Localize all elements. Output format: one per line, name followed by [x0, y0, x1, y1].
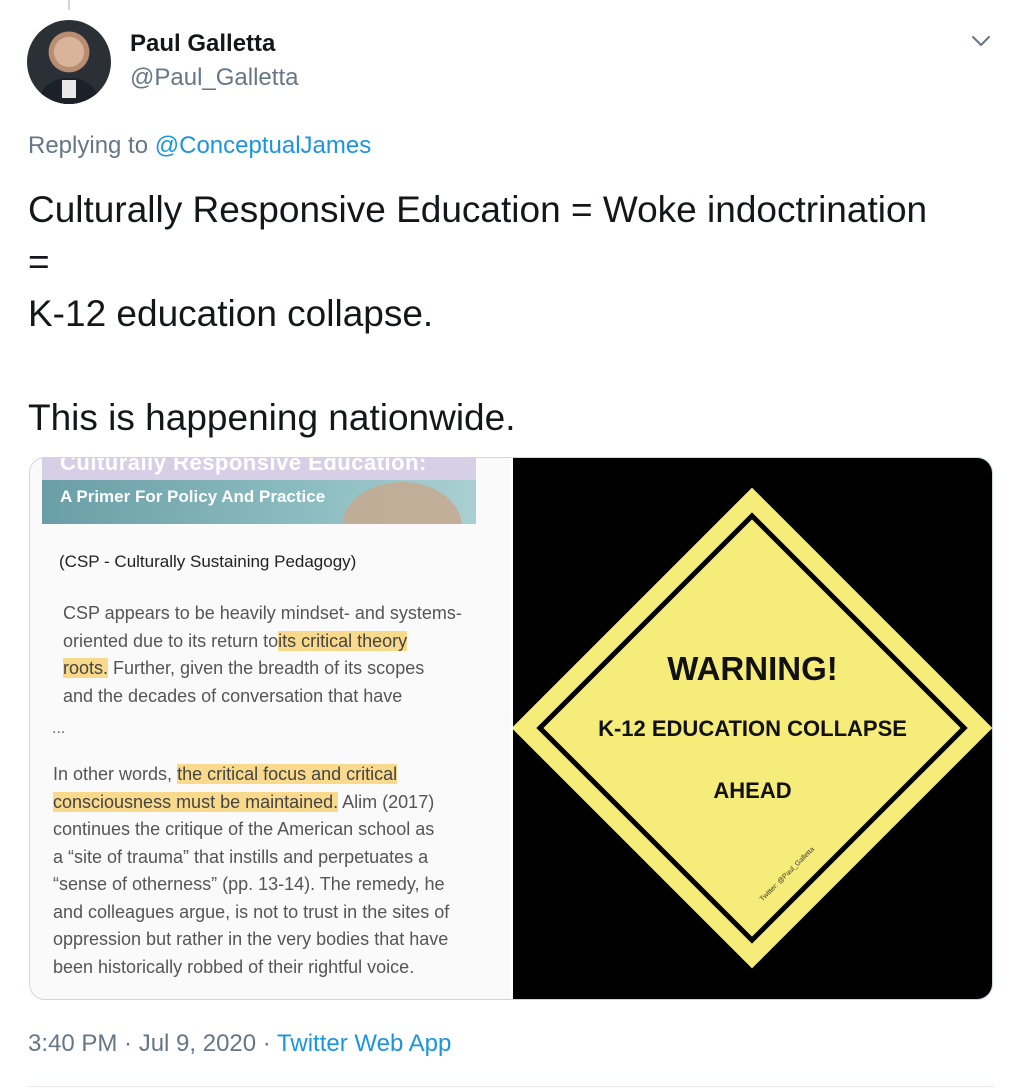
primer-banner: Culturally Responsive Education: A Prime…	[42, 458, 476, 524]
divider-line	[28, 1086, 994, 1087]
excerpt-paragraph-1: CSP appears to be heavily mindset- and s…	[63, 600, 462, 710]
warning-heading: WARNING!	[667, 650, 838, 687]
excerpt-line: been historically robbed of their rightf…	[53, 956, 415, 977]
excerpt-line: and colleagues argue, is not to trust in…	[53, 901, 450, 922]
csp-title: (CSP - Culturally Sustaining Pedagogy)	[59, 552, 357, 571]
tweet-line: Culturally Responsive Education = Woke i…	[28, 189, 928, 230]
excerpt-line: and the decades of conversation that hav…	[63, 685, 403, 706]
avatar-collar	[62, 80, 76, 98]
tweet-text: Culturally Responsive Education = Woke i…	[28, 184, 998, 444]
tweet-source-link[interactable]: Twitter Web App	[277, 1030, 451, 1057]
tweet-line: K-12 education collapse.	[28, 293, 434, 334]
tweet-line: =	[28, 241, 50, 282]
excerpt-line: oriented due to its return toits critica…	[63, 628, 462, 656]
chevron-down-icon[interactable]	[968, 28, 994, 54]
excerpt-line: In other words, the critical focus and c…	[53, 761, 449, 789]
excerpt-text: oriented due to its return to	[63, 630, 279, 651]
tweet-line: ​	[28, 340, 998, 392]
media-grid: Culturally Responsive Education: A Prime…	[29, 457, 993, 1000]
excerpt-line: continues the critique of the American s…	[53, 819, 435, 839]
excerpt-text: In other words,	[53, 764, 178, 784]
excerpt-line: “sense of otherness” (pp. 13-14). The re…	[53, 874, 445, 894]
excerpt-line: consciousness must be maintained. Alim (…	[53, 789, 449, 817]
highlight: consciousness must be maintained.	[53, 791, 339, 812]
excerpt-line: oppression but rather in the very bodies…	[53, 929, 449, 949]
tweet-timestamp[interactable]: 3:40 PM · Jul 9, 2020 ·	[28, 1030, 277, 1057]
media-image-primer[interactable]: Culturally Responsive Education: A Prime…	[30, 458, 511, 999]
media-image-warning-sign[interactable]: WARNING! K-12 EDUCATION COLLAPSE AHEAD T…	[513, 458, 992, 999]
excerpt-ellipsis: ...	[52, 720, 66, 737]
warning-line-3: AHEAD	[713, 778, 792, 803]
author-handle[interactable]: @Paul_Galletta	[130, 64, 298, 92]
replying-to-link[interactable]: @ConceptualJames	[155, 132, 371, 159]
thread-connector-line	[68, 0, 70, 10]
avatar[interactable]	[27, 20, 111, 104]
excerpt-line: roots. Further, given the breadth of its…	[63, 655, 462, 683]
excerpt-line: a “site of trauma” that instills and per…	[53, 846, 429, 867]
excerpt-line: CSP appears to be heavily mindset- and s…	[63, 603, 462, 623]
banner-title: Culturally Responsive Education:	[60, 458, 427, 475]
excerpt-text: Further, given the breadth of its scopes	[108, 658, 425, 678]
replying-prefix: Replying to	[28, 132, 149, 159]
replying-to: Replying to @ConceptualJames	[28, 132, 371, 160]
highlight: the critical focus and critical	[177, 764, 398, 784]
banner-subtitle: A Primer For Policy And Practice	[60, 487, 326, 506]
excerpt-paragraph-2: In other words, the critical focus and c…	[53, 761, 449, 981]
excerpt-text: Alim (2017)	[338, 791, 435, 812]
warning-line-2: K-12 EDUCATION COLLAPSE	[598, 716, 907, 741]
banner-photo	[342, 482, 462, 524]
tweet-line: This is happening nationwide.	[28, 397, 516, 438]
highlight: roots.	[63, 658, 109, 678]
tweet-meta: 3:40 PM · Jul 9, 2020 · Twitter Web App	[28, 1030, 451, 1058]
highlight: its critical theory	[278, 630, 408, 651]
author-name[interactable]: Paul Galletta	[130, 30, 275, 58]
